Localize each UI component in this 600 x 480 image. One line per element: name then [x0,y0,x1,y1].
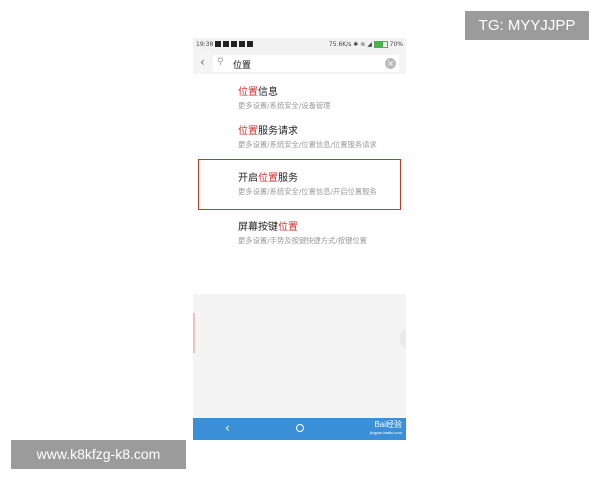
wifi-icon: ≋ [360,41,366,48]
result-path: 更多设置/系统安全/设备管理 [238,101,331,110]
back-arrow-icon[interactable]: ‹ [200,55,205,69]
navigation-bar: ‹ Bai经验 jingyan.baidu.com [193,418,406,440]
baidu-watermark: Bai经验 jingyan.baidu.com [369,420,402,436]
result-title: 位置服务请求 [238,126,298,137]
annotation-highlight-box [198,159,401,210]
network-speed: 75.6K/s [328,41,352,48]
list-item[interactable]: 位置服务请求 更多设置/系统安全/位置信息/位置服务请求 [238,122,393,149]
site-url-label: www.k8kfzg-k8.com [11,440,186,469]
result-path: 更多设置/系统安全/位置信息/位置服务请求 [238,140,377,149]
search-icon: ⚲ [217,57,224,67]
battery-icon [373,41,388,48]
search-input[interactable]: ⚲ 位置 × [213,55,399,72]
search-bar: ‹ ⚲ 位置 × [193,52,406,74]
keyword-highlight: 位置 [278,222,298,233]
result-title: 位置信息 [238,87,278,98]
notification-icons [215,41,255,49]
keyword-highlight: 位置 [238,126,258,137]
nav-home-icon[interactable] [296,424,304,432]
status-bar: 19:38 75.6K/s ✱ ≋ ◢ 70% [193,38,406,52]
tg-label: TG: MYYJJPP [465,11,589,40]
nav-back-icon[interactable]: ‹ [225,421,230,435]
bluetooth-icon: ✱ [353,41,359,48]
keyword-highlight: 位置 [238,87,258,98]
result-path: 更多设置/手势及按键快捷方式/按键位置 [238,236,367,245]
phone-screen: 19:38 75.6K/s ✱ ≋ ◢ 70% ‹ ⚲ 位置 × 位置信息 更多… [193,38,406,440]
signal-icon: ◢ [367,41,372,48]
edge-handle-right [400,330,406,348]
list-item[interactable]: 屏幕按键位置 更多设置/手势及按键快捷方式/按键位置 [238,218,393,245]
search-query[interactable]: 位置 [233,58,251,71]
status-time: 19:38 [196,41,214,48]
battery-percent: 70% [389,41,403,48]
edge-decoration-left [193,313,195,353]
clear-icon[interactable]: × [385,58,396,69]
status-right: 75.6K/s ✱ ≋ ◢ 70% [329,41,403,48]
result-title: 屏幕按键位置 [238,222,298,233]
list-item[interactable]: 位置信息 更多设置/系统安全/设备管理 [238,83,393,110]
